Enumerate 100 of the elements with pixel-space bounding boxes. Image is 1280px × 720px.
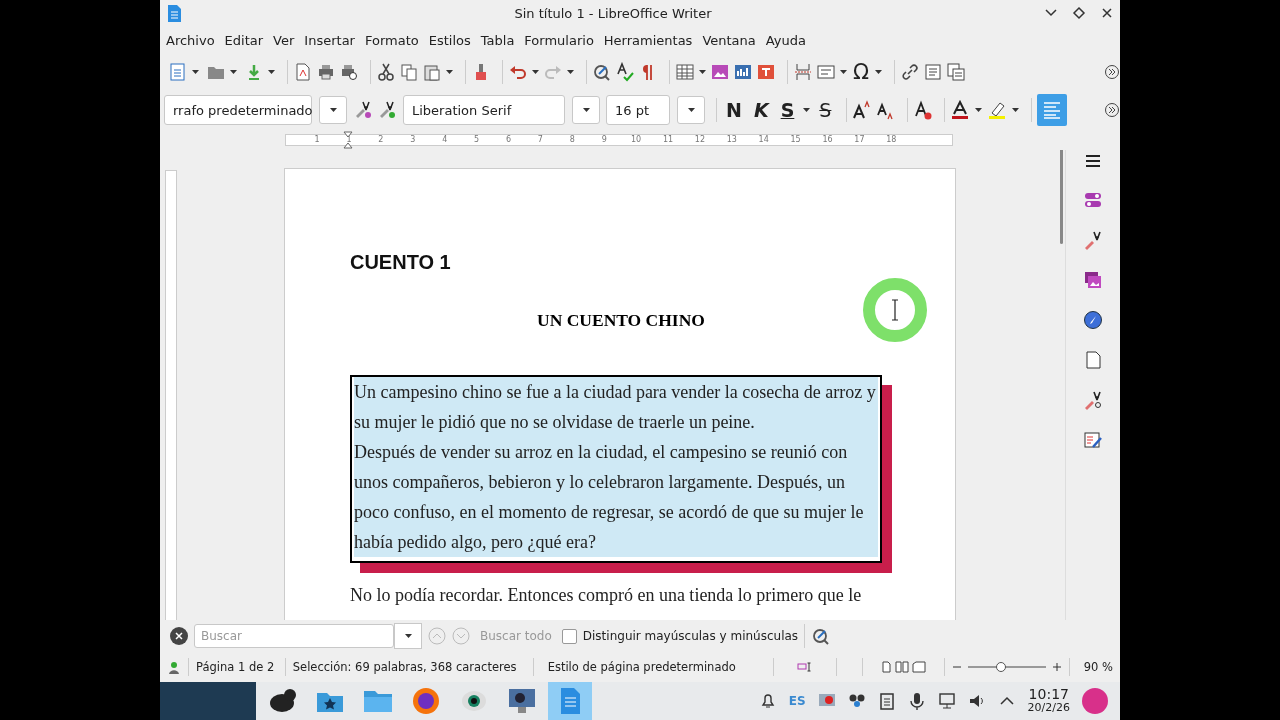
computer-icon[interactable] [937, 692, 956, 710]
single-page-view-icon[interactable] [881, 661, 892, 673]
menu-icon[interactable] [1084, 152, 1103, 170]
close-icon[interactable] [1100, 6, 1114, 20]
field-icon[interactable] [816, 62, 836, 82]
align-left-button[interactable] [1037, 94, 1068, 126]
dropdown-button[interactable] [394, 623, 422, 649]
clock-date[interactable]: 20/2/26 [1027, 701, 1070, 714]
multi-page-view-icon[interactable] [895, 661, 909, 673]
dropdown-caret-icon[interactable] [229, 68, 238, 76]
menu-item[interactable]: Insertar [300, 30, 359, 50]
document-page[interactable] [284, 168, 956, 620]
zoom-level[interactable]: 90 % [1069, 658, 1120, 676]
find-replace-icon[interactable] [592, 62, 612, 82]
dropdown-caret-icon[interactable] [445, 68, 454, 76]
user-avatar[interactable] [1082, 688, 1108, 714]
print-preview-icon[interactable] [339, 62, 359, 82]
dropdown-caret-icon[interactable] [566, 68, 575, 76]
font-color-icon[interactable] [950, 100, 971, 120]
dropdown-caret-icon[interactable] [802, 106, 812, 114]
ruler-number: 9 [601, 135, 607, 145]
window-title: Sin título 1 - LibreOffice Writer [513, 5, 713, 21]
dropdown-caret-icon[interactable] [531, 68, 540, 76]
scrollbar-thumb[interactable] [1060, 150, 1064, 244]
image-icon[interactable] [710, 62, 730, 82]
style-inspector-icon[interactable] [1083, 390, 1104, 410]
network-icon[interactable] [847, 692, 866, 710]
pdf-icon[interactable] [293, 62, 313, 82]
text-box-icon[interactable] [756, 62, 776, 82]
dropdown-caret-icon[interactable] [839, 68, 848, 76]
italic-button[interactable]: K [749, 99, 773, 121]
page-icon[interactable] [1083, 350, 1104, 370]
menu-item[interactable]: Estilos [424, 30, 475, 50]
clear-formatting-icon[interactable] [913, 100, 934, 120]
more-icon[interactable] [1104, 102, 1120, 118]
gallery-icon[interactable] [1083, 270, 1104, 290]
maximize-icon[interactable] [1072, 6, 1086, 20]
paste-icon[interactable] [422, 62, 442, 82]
font-size-field[interactable]: 16 pt [606, 95, 670, 125]
link-icon[interactable] [900, 62, 921, 82]
story-title: UN CUENTO CHINO [536, 310, 706, 331]
paragraph: Un campesino chino se fue a la ciudad para vender la cosecha de arroz y su mujer le pidió que no se olvidase de traerle un peine. [354, 377, 878, 437]
spellcheck-icon[interactable] [615, 62, 635, 82]
text-frame[interactable] [350, 375, 882, 563]
book-view-icon[interactable] [912, 661, 926, 673]
paragraph-style-field[interactable]: rrafo predeterminado [164, 95, 312, 125]
menu-item[interactable]: Editar [220, 30, 268, 50]
menu-item[interactable]: Ventana [698, 30, 760, 50]
indent-marker-icon[interactable] [343, 131, 353, 149]
menu-item[interactable]: Tabla [476, 30, 519, 50]
dropdown-caret-icon[interactable] [191, 68, 200, 76]
highlighter-icon[interactable] [987, 100, 1008, 120]
ruler-number: 12 [694, 135, 705, 145]
cursor-highlight-icon [863, 278, 927, 342]
clock-time[interactable]: 10:17 [1028, 688, 1069, 701]
chart-icon[interactable] [733, 62, 753, 82]
styles-icon[interactable] [1083, 230, 1104, 250]
dropdown-caret-icon[interactable] [267, 68, 276, 76]
page-style[interactable]: Estilo de página predeterminado [533, 658, 775, 676]
navigator-icon[interactable] [1083, 310, 1104, 330]
microphone-icon[interactable] [907, 692, 926, 710]
dropdown-caret-icon [581, 106, 591, 114]
menu-item[interactable]: Formato [360, 30, 423, 50]
search-field[interactable]: Buscar [194, 624, 394, 648]
zoom-in-icon[interactable] [1051, 662, 1062, 672]
properties-icon[interactable] [1083, 190, 1104, 210]
print-icon[interactable] [316, 62, 336, 82]
special-character-button[interactable]: Ω [851, 60, 872, 84]
strike-button[interactable]: S [815, 99, 836, 121]
menu-item[interactable]: Herramientas [599, 30, 697, 50]
clipboard-icon[interactable] [877, 692, 896, 710]
slider-thumb[interactable] [995, 662, 1006, 672]
dropdown-caret-icon[interactable] [1011, 106, 1021, 114]
volume-icon[interactable] [967, 692, 986, 710]
menu-item[interactable]: Ver [269, 30, 299, 50]
table-icon[interactable] [675, 62, 695, 82]
paragraph: Después de vender su arroz en la ciudad, el campesino se reunió con unos compañeros, bebieron y lo celebraron largamente. Después, un poco confuso, en el momento de regresar, se acordó de que su mujer le había pedido algo, pero ¿qué era? [354, 437, 878, 557]
selection-mode-icon[interactable] [797, 661, 814, 673]
page-number[interactable]: Página 1 de 2 [189, 658, 286, 676]
font-name-field[interactable]: Liberation Serif [403, 95, 565, 125]
match-case-checkbox[interactable] [561, 628, 577, 644]
dropdown-caret-icon[interactable] [874, 68, 884, 76]
bold-button[interactable]: N [722, 99, 746, 121]
close-icon[interactable] [170, 627, 188, 645]
scissors-icon[interactable] [376, 62, 396, 82]
ruler-number: 16 [822, 135, 833, 145]
copy-icon[interactable] [399, 62, 419, 82]
dropdown-caret-icon[interactable] [698, 68, 707, 76]
dropdown-caret-icon[interactable] [974, 106, 984, 114]
menu-item[interactable]: Archivo [162, 30, 219, 50]
menu-item[interactable]: Ayuda [761, 30, 810, 50]
ruler-number: 7 [537, 135, 543, 145]
menu-item[interactable]: Formulario [520, 30, 598, 50]
browser-icon [410, 685, 442, 717]
more-icon[interactable] [1104, 64, 1120, 80]
manage-changes-icon[interactable] [1083, 430, 1104, 450]
ruler-number: 3 [410, 135, 416, 145]
align-left-icon [1042, 100, 1063, 120]
track-changes-icon[interactable] [946, 62, 967, 82]
underline-button[interactable]: S [776, 99, 799, 121]
